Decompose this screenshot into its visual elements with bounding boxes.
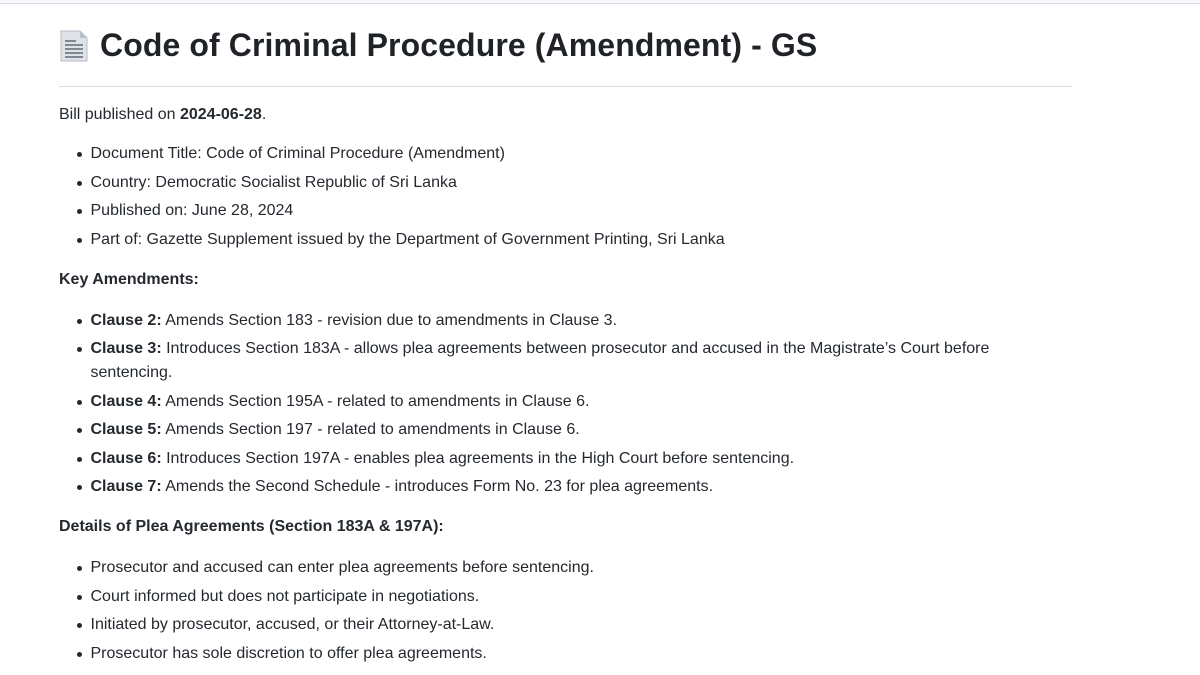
list-item: Initiated by prosecutor, accused, or the… bbox=[59, 613, 1072, 637]
publication-suffix: . bbox=[261, 106, 267, 123]
list-item: Clause 7: Amends the Second Schedule - i… bbox=[59, 475, 1072, 499]
list-item: Clause 6: Introduces Section 197A - enab… bbox=[59, 447, 1072, 471]
list-item: Country: Democratic Socialist Republic o… bbox=[59, 171, 1072, 195]
list-item: Published on: June 28, 2024 bbox=[59, 199, 1072, 223]
page-title: Code of Criminal Procedure (Amendment) -… bbox=[100, 26, 818, 63]
title-row: Code of Criminal Procedure (Amendment) -… bbox=[59, 4, 1072, 87]
list-item: Court informed but does not participate … bbox=[59, 585, 1072, 609]
clause-text: Amends Section 183 - revision due to ame… bbox=[165, 311, 618, 329]
document-content: Code of Criminal Procedure (Amendment) -… bbox=[59, 4, 1072, 666]
list-item: Clause 4: Amends Section 195A - related … bbox=[59, 390, 1072, 414]
list-item: Part of: Gazette Supplement issued by th… bbox=[59, 228, 1072, 252]
clause-text: Amends the Second Schedule - introduces … bbox=[165, 478, 714, 495]
list-item: Clause 2: Amends Section 183 - revision … bbox=[59, 309, 1072, 333]
publication-prefix: Bill published on bbox=[59, 106, 180, 123]
clause-label: Clause 4: bbox=[90, 392, 162, 410]
list-item: Document Title: Code of Criminal Procedu… bbox=[59, 142, 1072, 166]
plea-details-list: Prosecutor and accused can enter plea ag… bbox=[59, 556, 1072, 666]
publication-line: Bill published on 2024-06-28. bbox=[59, 105, 1072, 125]
clause-label: Clause 6: bbox=[90, 449, 162, 467]
list-item: Clause 3: Introduces Section 183A - allo… bbox=[59, 337, 1072, 385]
page-facing-up-icon bbox=[59, 29, 89, 63]
list-item: Prosecutor and accused can enter plea ag… bbox=[59, 556, 1072, 580]
plea-details-heading: Details of Plea Agreements (Section 183A… bbox=[59, 518, 444, 535]
clause-text: Introduces Section 197A - enables plea a… bbox=[166, 449, 795, 467]
clause-text: Introduces Section 183A - allows plea ag… bbox=[90, 340, 990, 381]
clause-label: Clause 2: bbox=[90, 311, 162, 329]
clause-label: Clause 5: bbox=[90, 421, 162, 438]
key-amendments-heading: Key Amendments: bbox=[59, 270, 199, 288]
clause-label: Clause 3: bbox=[90, 340, 162, 357]
list-item: Prosecutor has sole discretion to offer … bbox=[59, 642, 1072, 666]
clause-text: Amends Section 197 - related to amendmen… bbox=[165, 421, 580, 438]
clause-text: Amends Section 195A - related to amendme… bbox=[165, 392, 590, 410]
key-amendments-list: Clause 2: Amends Section 183 - revision … bbox=[59, 309, 1072, 500]
info-list: Document Title: Code of Criminal Procedu… bbox=[59, 142, 1072, 252]
list-item: Clause 5: Amends Section 197 - related t… bbox=[59, 418, 1072, 442]
publication-date: 2024-06-28 bbox=[179, 106, 262, 123]
clause-label: Clause 7: bbox=[90, 478, 162, 495]
